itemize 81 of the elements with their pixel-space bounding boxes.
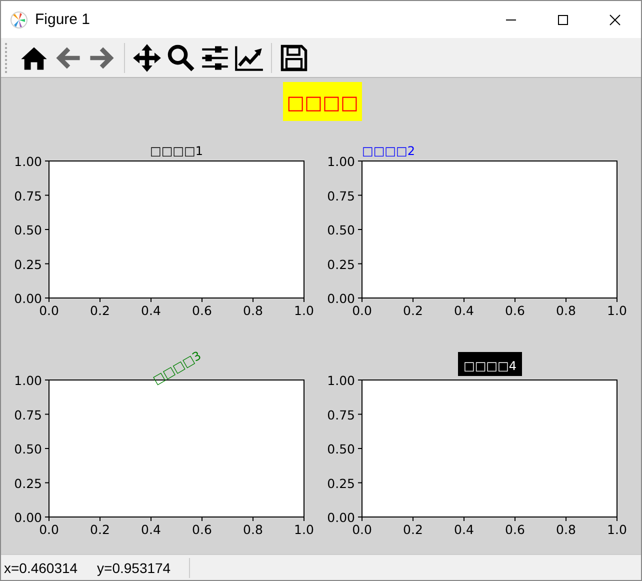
tick-mark: [44, 160, 50, 162]
tick-label: 0.4: [141, 522, 161, 537]
tick-label: 0.0: [39, 522, 59, 537]
tick-label: 0.2: [403, 303, 423, 318]
tick-label: 1.0: [294, 522, 314, 537]
tick-label: 0.00: [14, 510, 42, 525]
tick-mark: [358, 448, 362, 449]
tick-label: 0.75: [327, 188, 355, 204]
tick-mark: [358, 263, 362, 264]
tick-mark: [514, 298, 516, 302]
tick-label: 1.0: [294, 303, 314, 318]
tick-label: 0.2: [403, 522, 423, 537]
tick-mark: [44, 482, 50, 484]
tick-mark: [616, 298, 618, 302]
tick-mark: [150, 298, 152, 302]
tick-label: 0.4: [454, 303, 474, 318]
tick-mark: [358, 194, 362, 196]
tick-label: 1.00: [14, 373, 42, 388]
tick-label: 0.25: [14, 476, 42, 491]
tick-label: 0.75: [14, 407, 42, 422]
tick-label: 0.25: [14, 256, 42, 272]
tick-mark: [412, 516, 414, 522]
tick-mark: [44, 263, 50, 264]
tick-label: 0.0: [352, 522, 372, 537]
tick-label: 0.8: [556, 522, 576, 537]
tick-mark: [44, 229, 50, 230]
subplot-title: □□□□4: [458, 352, 522, 376]
tick-label: 0.4: [141, 303, 161, 318]
tick-mark: [44, 414, 50, 415]
tick-label: 0.2: [90, 522, 110, 537]
app-logo-icon: [10, 10, 28, 28]
tick-label: 0.00: [327, 510, 355, 525]
search-icon[interactable]: [166, 42, 196, 72]
move-icon[interactable]: [132, 42, 162, 72]
tick-mark: [44, 194, 50, 196]
tick-mark: [252, 516, 254, 522]
tick-label: 0.8: [243, 522, 263, 537]
tick-label: 0.25: [327, 476, 355, 491]
tick-label: 0.75: [14, 188, 42, 204]
tick-label: 0.6: [505, 303, 525, 318]
tick-label: 1.00: [14, 154, 42, 169]
tick-label: 1.00: [327, 373, 355, 388]
tick-label: 0.50: [14, 222, 42, 238]
subplot-title: □□□□1: [150, 144, 203, 158]
tick-label: 0.00: [327, 291, 355, 306]
tick-mark: [358, 482, 362, 484]
tick-mark: [358, 414, 362, 415]
tick-mark: [358, 160, 362, 162]
tick-mark: [514, 516, 516, 522]
figure-title: □□□□: [283, 82, 362, 121]
window-title: Figure 1: [35, 11, 90, 28]
maximize-icon: [557, 14, 569, 26]
tick-label: 0.00: [14, 291, 42, 306]
cursor-coordinates: x=0.460314 y=0.953174: [4, 560, 171, 576]
tick-label: 1.0: [607, 522, 627, 537]
chart-title: □□□□4: [464, 359, 516, 373]
tick-label: 0.6: [192, 522, 212, 537]
tick-mark: [252, 298, 254, 302]
tick-label: 0.6: [505, 522, 525, 537]
tick-mark: [150, 516, 152, 522]
tick-label: 0.75: [327, 407, 355, 422]
tick-label: 0.8: [243, 303, 263, 318]
close-icon: [609, 14, 621, 26]
tick-label: 1.0: [607, 303, 627, 318]
tick-mark: [412, 298, 414, 302]
tick-label: 0.6: [192, 303, 212, 318]
tick-mark: [44, 448, 50, 449]
tick-label: 0.0: [352, 303, 372, 318]
tick-label: 0.50: [327, 442, 355, 456]
tick-mark: [358, 229, 362, 230]
tick-label: 0.50: [14, 442, 42, 456]
tick-label: 0.4: [454, 522, 474, 537]
tick-label: 0.8: [556, 303, 576, 318]
subplot-title: □□□□2: [362, 144, 415, 158]
tick-mark: [616, 516, 618, 522]
tick-label: 0.0: [39, 303, 59, 318]
save-icon[interactable]: [279, 42, 309, 72]
tick-label: 1.00: [327, 154, 355, 169]
tick-label: 0.50: [327, 222, 355, 238]
tick-label: 0.2: [90, 303, 110, 318]
tick-label: 0.25: [327, 256, 355, 272]
